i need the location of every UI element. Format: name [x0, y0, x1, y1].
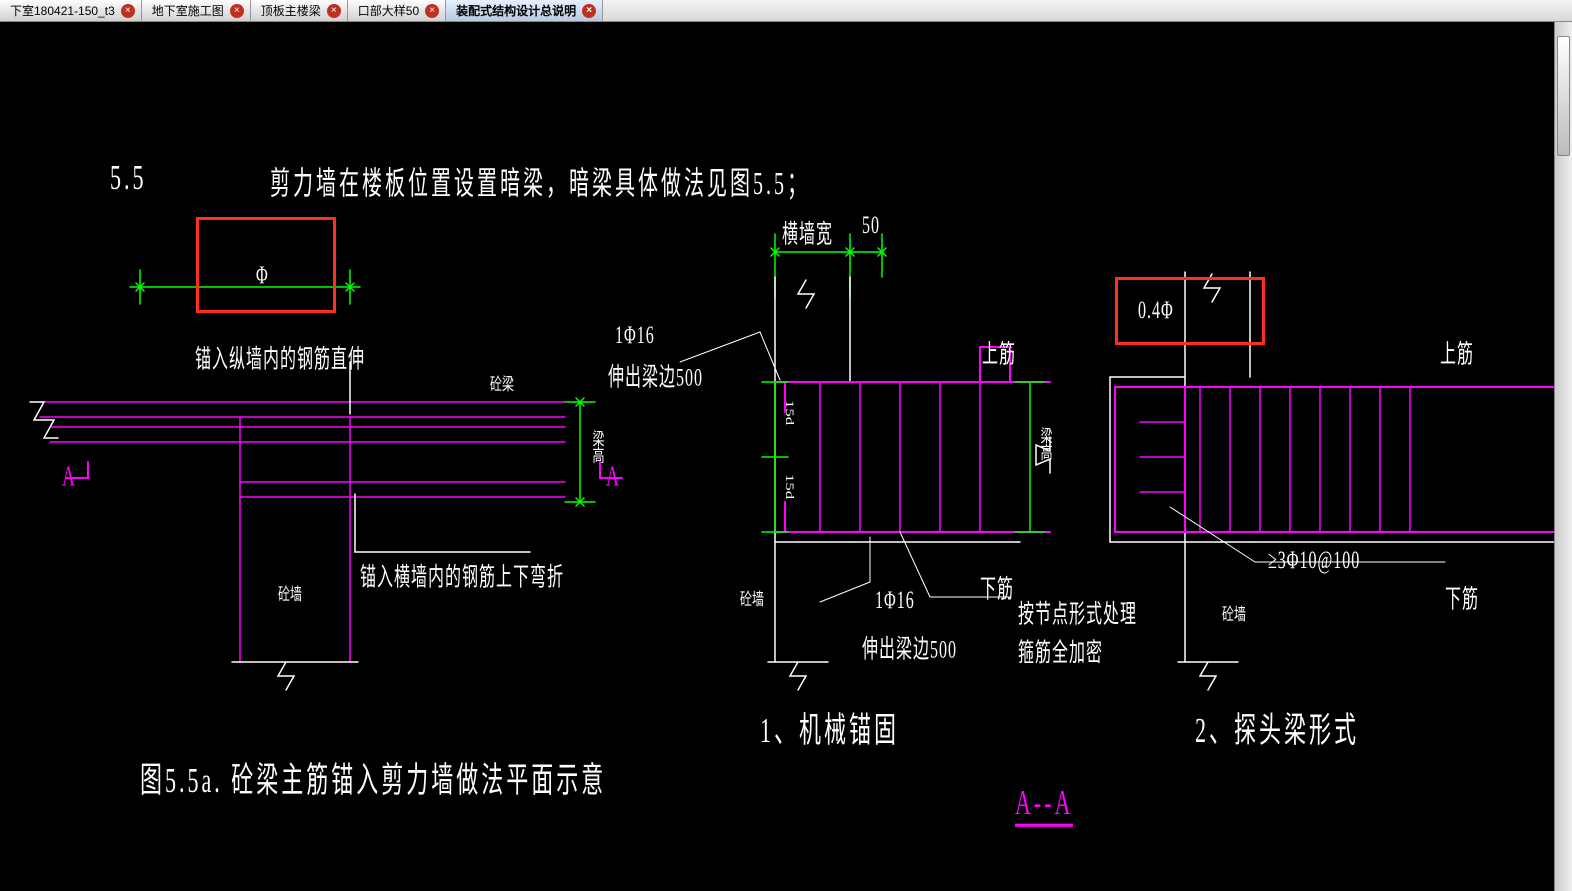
- section-number: 5.5: [110, 157, 147, 199]
- tab-5[interactable]: 装配式结构设计总说明 ×: [446, 0, 603, 21]
- close-icon[interactable]: ×: [121, 4, 135, 18]
- label-beam-height-2: 梁高: [1038, 427, 1055, 461]
- stirrup-note: 按节点形式处理 箍筋全加密: [1018, 592, 1137, 669]
- section-aa: A--A: [1015, 782, 1073, 827]
- scrollbar-thumb[interactable]: [1557, 36, 1570, 156]
- extend-spec-bottom: 伸出梁边500: [862, 627, 957, 665]
- tab-2-label: 地下室施工图: [152, 2, 224, 19]
- bar-spec-bottom: 1Φ16: [875, 587, 915, 616]
- tab-3[interactable]: 顶板主楼梁 ×: [251, 0, 348, 21]
- tab-4-label: 口部大样50: [358, 2, 419, 19]
- cad-canvas[interactable]: 5.5 剪力墙在楼板位置设置暗梁，暗梁具体做法见图5.5； Φ 锚入纵墙内的钢筋…: [0, 22, 1572, 891]
- tab-1[interactable]: 下室180421-150_t3 ×: [0, 0, 142, 21]
- section-mark-a-left: A: [62, 460, 78, 494]
- dim-15d-2: 15d: [782, 474, 797, 499]
- label-top-bar: 上筋: [982, 332, 1016, 370]
- tab-2[interactable]: 地下室施工图 ×: [142, 0, 251, 21]
- label-wall-3: 砼墙: [1222, 602, 1246, 626]
- dim-04phi: 0.4Φ: [1138, 297, 1174, 326]
- label-bot-bar: 下筋: [980, 567, 1014, 605]
- label-wall-2: 砼墙: [740, 587, 764, 611]
- vertical-scrollbar[interactable]: [1554, 22, 1572, 891]
- label-beam: 砼梁: [490, 372, 514, 396]
- tab-1-label: 下室180421-150_t3: [10, 2, 115, 19]
- extend-spec-top: 伸出梁边500: [608, 355, 703, 393]
- label-anchor-horizontal: 锚入横墙内的钢筋上下弯折: [360, 555, 564, 593]
- tab-3-label: 顶板主楼梁: [261, 2, 321, 19]
- close-icon[interactable]: ×: [327, 4, 341, 18]
- label-anchor-vertical: 锚入纵墙内的钢筋直伸: [195, 337, 365, 375]
- bar-group-spec: ≥3Φ10@100: [1268, 547, 1360, 576]
- dim-15d-1: 15d: [782, 400, 797, 425]
- figure-caption-left: 图5.5a. 砼梁主筋锚入剪力墙做法平面示意: [140, 752, 606, 803]
- sub-caption-2: 2、探头梁形式: [1195, 702, 1359, 753]
- label-top-bar-2: 上筋: [1440, 332, 1474, 370]
- section-mark-a-right: A: [606, 460, 622, 494]
- tab-5-label: 装配式结构设计总说明: [456, 2, 576, 19]
- dim-top-label: 横墙宽: [782, 212, 833, 250]
- close-icon[interactable]: ×: [425, 4, 439, 18]
- phi-symbol: Φ: [256, 262, 269, 291]
- sub-caption-1: 1、机械锚固: [760, 702, 899, 753]
- close-icon[interactable]: ×: [582, 4, 596, 18]
- bar-spec-top: 1Φ16: [615, 322, 655, 351]
- heading: 剪力墙在楼板位置设置暗梁，暗梁具体做法见图5.5；: [270, 157, 810, 203]
- label-bot-bar-2: 下筋: [1445, 577, 1479, 615]
- label-wall: 砼墙: [278, 582, 302, 606]
- close-icon[interactable]: ×: [230, 4, 244, 18]
- label-beam-height: 梁高: [590, 430, 607, 464]
- tab-4[interactable]: 口部大样50 ×: [348, 0, 446, 21]
- dim-top-val: 50: [862, 212, 880, 241]
- document-tabs: 下室180421-150_t3× 地下室施工图× 顶板主楼梁× 口部大样50× …: [0, 0, 1572, 22]
